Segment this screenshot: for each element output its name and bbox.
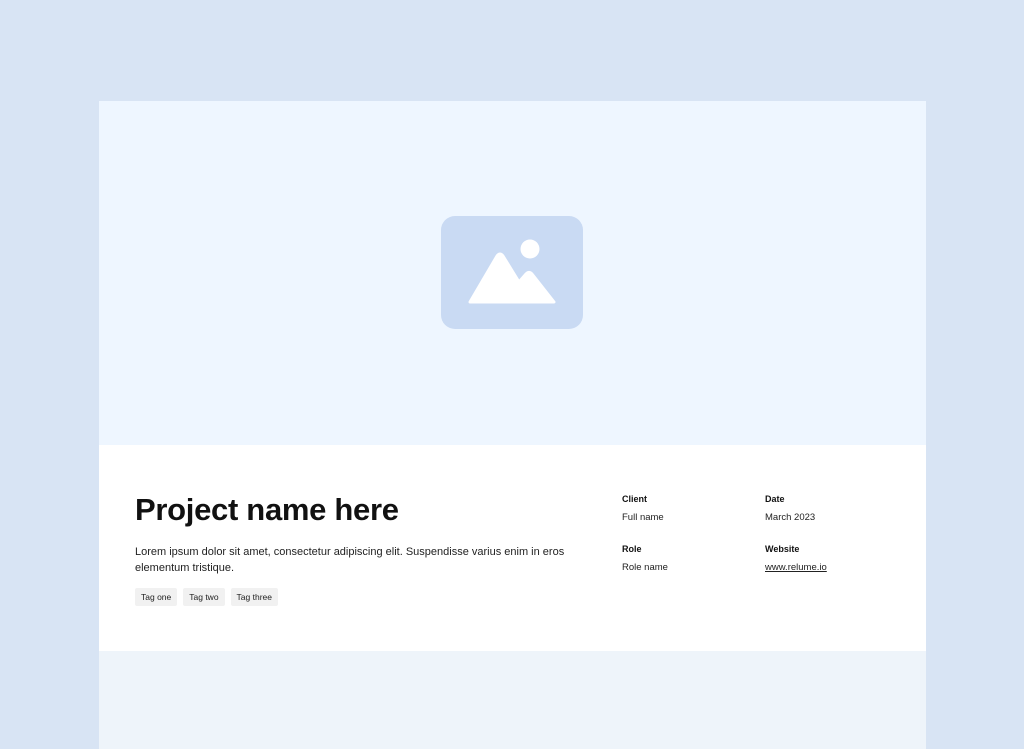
project-description: Lorem ipsum dolor sit amet, consectetur … <box>135 546 565 574</box>
date-value: March 2023 <box>765 512 816 523</box>
project-info-section: Project name here Lorem ipsum dolor sit … <box>99 445 926 651</box>
project-card: Project name here Lorem ipsum dolor sit … <box>99 101 926 749</box>
website-label: Website <box>765 544 800 554</box>
client-label: Client <box>622 494 648 504</box>
tag-one[interactable]: Tag one <box>135 588 178 606</box>
project-title: Project name here <box>135 492 399 527</box>
role-label: Role <box>622 544 642 554</box>
next-section-preview <box>99 651 926 749</box>
role-value: Role name <box>622 562 668 573</box>
tag-three[interactable]: Tag three <box>230 588 278 606</box>
tag-two[interactable]: Tag two <box>183 588 225 606</box>
hero-image-area <box>99 101 926 445</box>
client-value: Full name <box>622 512 664 523</box>
image-placeholder-icon <box>441 216 583 329</box>
tag-list: Tag one Tag two Tag three <box>135 588 278 606</box>
date-label: Date <box>765 494 785 504</box>
website-link[interactable]: www.relume.io <box>765 562 827 573</box>
